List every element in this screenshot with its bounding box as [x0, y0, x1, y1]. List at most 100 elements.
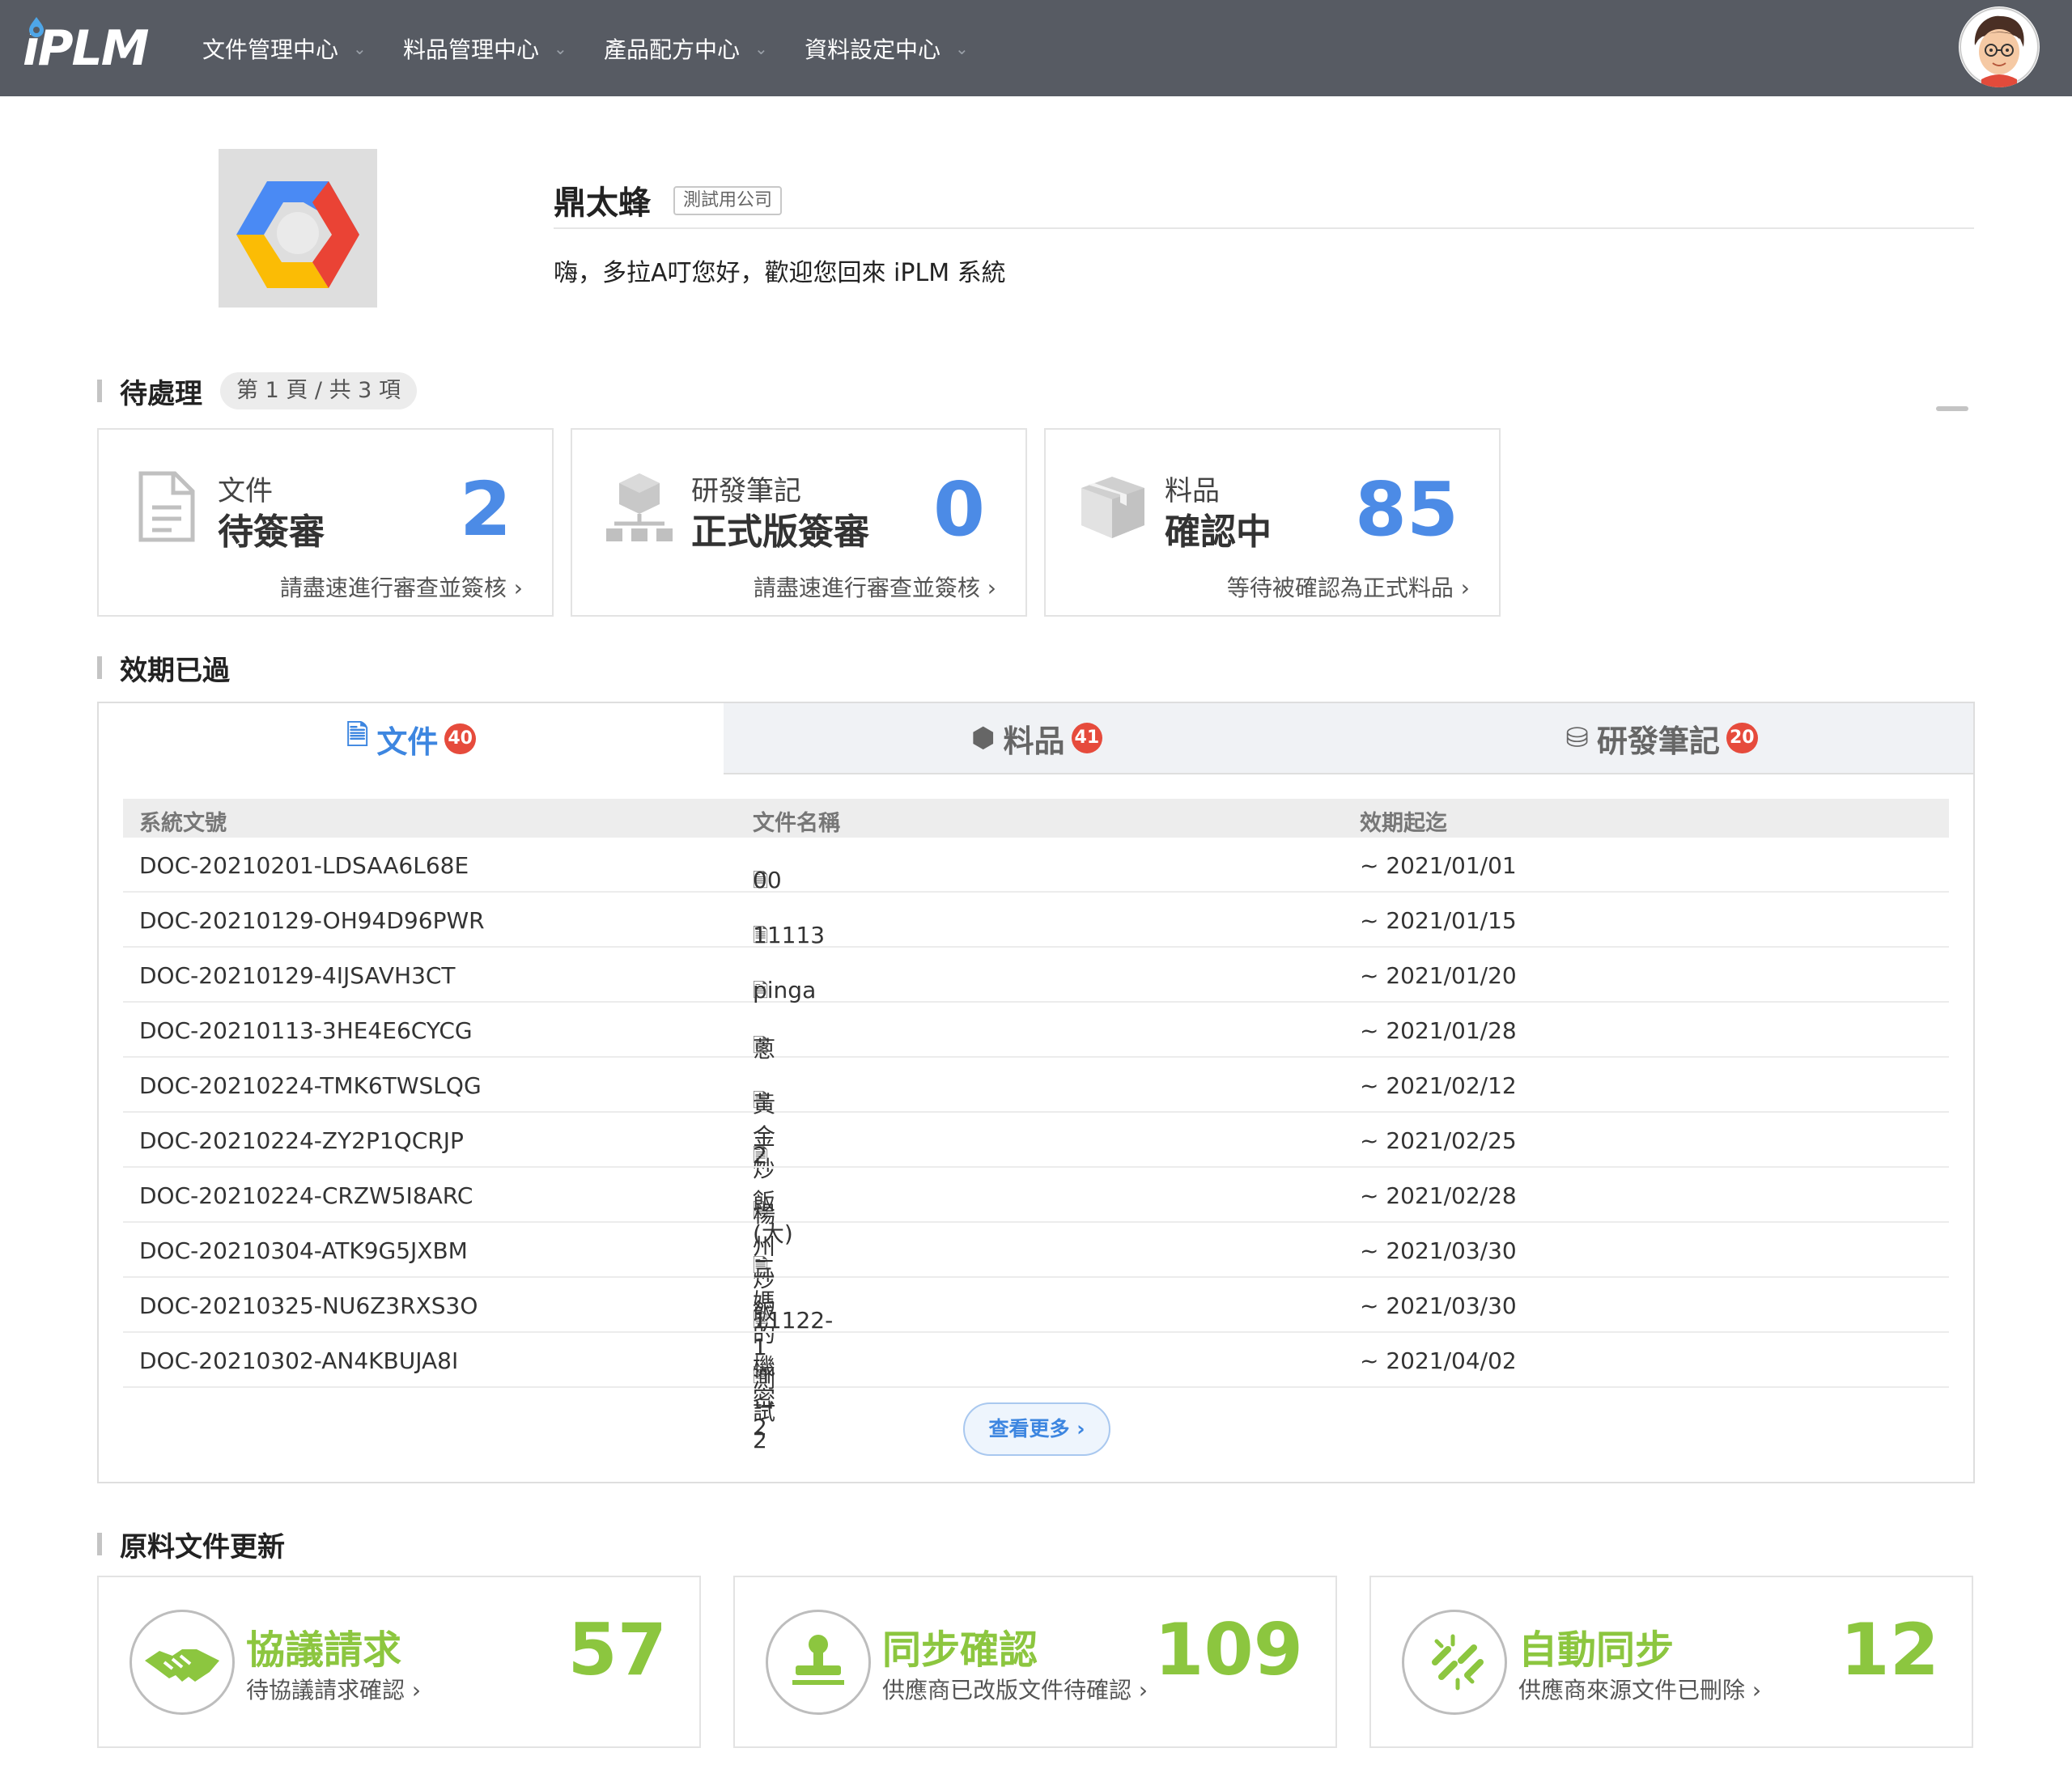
divider: [554, 227, 1974, 229]
user-avatar[interactable]: [1959, 6, 2040, 87]
table-row[interactable]: DOC-20210129-OH94D96PWR 🗎 11113 ~ 2021/01/1…: [123, 893, 1949, 948]
card-link[interactable]: 請盡速進行審查並簽核 ›: [280, 571, 523, 603]
card-count: 0: [932, 466, 985, 553]
view-more-button[interactable]: 查看更多 ›: [963, 1402, 1110, 1456]
card-line2: 確認中: [1165, 511, 1272, 553]
doc-id[interactable]: DOC-20210224-CRZW5I8ARC: [139, 1182, 473, 1209]
rd-note-icon: ⛁: [1565, 722, 1589, 754]
raw-card-agreement[interactable]: 協議請求 待協議請求確認 › 57: [97, 1576, 701, 1748]
count-badge: 40: [444, 723, 476, 754]
pending-section-title: 待處理: [97, 375, 202, 410]
section-bar: [97, 380, 102, 402]
raw-update-section-title: 原料文件更新: [97, 1528, 285, 1563]
company-logo: [219, 149, 377, 308]
column-header[interactable]: 系統文號: [139, 805, 227, 837]
doc-name-text: 00: [753, 867, 782, 893]
nav-label: 產品配方中心: [604, 36, 741, 63]
doc-id[interactable]: DOC-20210302-AN4KBUJA8I: [139, 1347, 458, 1374]
doc-id[interactable]: DOC-20210224-ZY2P1QCRJP: [139, 1127, 464, 1154]
table-row[interactable]: DOC-20210113-3HE4E6CYCG 🗎 蔥 ~ 2021/01/28: [123, 1003, 1949, 1063]
nav-label: 料品管理中心: [403, 36, 540, 63]
section-title-text: 原料文件更新: [120, 1530, 285, 1563]
raw-card-auto-sync[interactable]: 自動同步 供應商來源文件已刪除 › 12: [1369, 1576, 1973, 1748]
validity-period: ~ 2021/03/30: [1360, 1237, 1517, 1264]
document-icon: 🗎: [346, 719, 369, 752]
table-row[interactable]: DOC-20210304-ATK9G5JXBM 🗎 三媽的機密2 ~ 2021/03/…: [123, 1223, 1949, 1440]
tab-label: 文件: [376, 723, 439, 760]
broken-link-icon: [1402, 1610, 1507, 1715]
pending-card-document[interactable]: 文件 待簽審 2 請盡速進行審查並簽核 ›: [97, 428, 554, 617]
iplm-logo[interactable]: iPLM: [23, 17, 149, 79]
table-row[interactable]: DOC-20210224-CRZW5I8ARC 🗎 楊州炒飯 ~ 2021/02/28: [123, 1168, 1949, 1325]
pending-card-item[interactable]: 料品 確認中 85 等待被確認為正式料品 ›: [1044, 428, 1501, 617]
company-tag-badge: 測試用公司: [673, 186, 783, 215]
hexagon-logo-icon: [219, 149, 377, 308]
expired-section-title: 效期已過: [97, 651, 230, 687]
handshake-icon: [130, 1610, 235, 1715]
card-subtitle[interactable]: 供應商已改版文件待確認 ›: [882, 1673, 1148, 1705]
nav-formula-center[interactable]: 產品配方中心 ⌄: [604, 29, 768, 68]
section-bar: [97, 656, 102, 679]
tab-label: 料品: [1003, 723, 1065, 759]
count-badge: 20: [1726, 723, 1758, 753]
table-row[interactable]: DOC-20210129-4IJSAVH3CT 🗎 pinga ~ 2021/01/2…: [123, 948, 1949, 1003]
doc-name-text: 11113: [753, 922, 826, 948]
tab-rd-notes[interactable]: ⛁ 研發筆記 20: [1350, 703, 1973, 774]
doc-id[interactable]: DOC-20210304-ATK9G5JXBM: [139, 1237, 468, 1264]
tab-documents[interactable]: 🗎 文件 40: [99, 703, 724, 774]
expired-documents-table: 系統文號 文件名稱 效期起迄 DOC-20210201-LDSAA6L68E 🗎 0…: [123, 799, 1949, 1453]
validity-period: ~ 2021/04/02: [1360, 1347, 1517, 1374]
table-row[interactable]: DOC-20210302-AN4KBUJA8I 🗎 測試2 ~ 2021/04/02: [123, 1333, 1949, 1453]
column-header[interactable]: 效期起迄: [1360, 805, 1447, 837]
doc-id[interactable]: DOC-20210129-4IJSAVH3CT: [139, 962, 456, 989]
tab-label: 研發筆記: [1596, 723, 1720, 759]
doc-id[interactable]: DOC-20210113-3HE4E6CYCG: [139, 1017, 473, 1044]
doc-name-text: 測試2: [753, 1366, 776, 1453]
table-row[interactable]: DOC-20210201-LDSAA6L68E 🗎 00 ~ 2021/01/01: [123, 838, 1949, 893]
collapse-button[interactable]: [1936, 406, 1968, 411]
rd-note-icon: [606, 473, 673, 541]
validity-period: ~ 2021/02/12: [1360, 1072, 1517, 1099]
card-count: 109: [1154, 1608, 1303, 1691]
chevron-down-icon: ⌄: [554, 39, 567, 58]
card-title: 自動同步: [1518, 1627, 1675, 1673]
greeting-text: 嗨，多拉A叮您好，歡迎您回來 iPLM 系統: [554, 259, 1006, 287]
card-count: 85: [1354, 466, 1458, 553]
column-header[interactable]: 文件名稱: [753, 805, 840, 837]
company-name: 鼎太蜂: [554, 185, 651, 222]
chevron-down-icon: ⌄: [353, 39, 367, 58]
card-line2: 正式版簽審: [691, 511, 869, 553]
nav-label: 文件管理中心: [202, 36, 339, 63]
validity-period: ~ 2021/03/30: [1360, 1292, 1517, 1319]
avatar-face-icon: [1959, 7, 2039, 87]
doc-name-text: pinga: [753, 977, 817, 1003]
card-count: 2: [459, 466, 512, 553]
section-title-text: 效期已過: [120, 654, 230, 687]
chevron-down-icon: ⌄: [955, 39, 969, 58]
nav-settings-center[interactable]: 資料設定中心 ⌄: [805, 29, 969, 68]
validity-period: ~ 2021/01/15: [1360, 907, 1517, 934]
doc-id[interactable]: DOC-20210129-OH94D96PWR: [139, 907, 485, 934]
card-subtitle[interactable]: 供應商來源文件已刪除 ›: [1518, 1673, 1761, 1705]
count-badge: 41: [1071, 723, 1103, 753]
table-row[interactable]: DOC-20210224-ZY2P1QCRJP 🗎 2 ~ 2021/02/25: [123, 1113, 1949, 1169]
card-count: 57: [567, 1608, 667, 1691]
doc-id[interactable]: DOC-20210224-TMK6TWSLQG: [139, 1072, 482, 1099]
raw-card-sync-confirm[interactable]: 同步確認 供應商已改版文件待確認 › 109: [733, 1576, 1337, 1748]
table-row[interactable]: DOC-20210325-NU6Z3RXS3O 🗎 11122-1 ~ 2021/03…: [123, 1278, 1949, 1360]
stamp-icon: [766, 1610, 871, 1715]
chevron-down-icon: ⌄: [754, 39, 768, 58]
pending-card-rd-note[interactable]: 研發筆記 正式版簽審 0 請盡速進行審查並簽核 ›: [571, 428, 1027, 617]
nav-document-center[interactable]: 文件管理中心 ⌄: [202, 29, 367, 68]
validity-period: ~ 2021/02/25: [1360, 1127, 1517, 1154]
doc-id[interactable]: DOC-20210201-LDSAA6L68E: [139, 852, 469, 879]
table-row[interactable]: DOC-20210224-TMK6TWSLQG 🗎 黃金炒飯(大) ~ 2021/02…: [123, 1058, 1949, 1247]
doc-name-text: 2: [753, 1142, 767, 1169]
doc-id[interactable]: DOC-20210325-NU6Z3RXS3O: [139, 1292, 478, 1319]
card-title: 協議請求: [246, 1627, 402, 1673]
card-link[interactable]: 等待被確認為正式料品 ›: [1227, 571, 1470, 603]
card-link[interactable]: 請盡速進行審查並簽核 ›: [754, 571, 996, 603]
nav-item-center[interactable]: 料品管理中心 ⌄: [403, 29, 567, 68]
tab-items[interactable]: ⬢ 料品 41: [724, 703, 1350, 774]
card-subtitle[interactable]: 待協議請求確認 ›: [246, 1673, 421, 1705]
